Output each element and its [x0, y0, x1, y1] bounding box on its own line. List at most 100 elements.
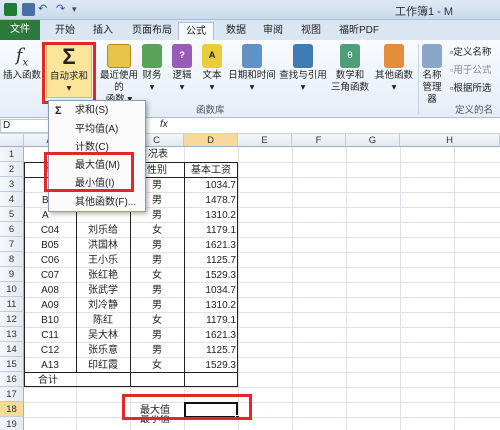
- name-manager-label-1: 名称: [422, 70, 442, 81]
- tab-home[interactable]: 开始: [48, 22, 82, 40]
- lookup-label: 查找与引用: [279, 70, 327, 81]
- save-icon[interactable]: [22, 3, 35, 16]
- row-header-7[interactable]: 7: [0, 237, 24, 252]
- cell-b: 陈红: [93, 315, 113, 326]
- lookup-dropdown-icon: ▾: [300, 82, 306, 93]
- window-title: 工作簿1 - M: [395, 6, 454, 18]
- financial-button[interactable]: 财务 ▾: [140, 44, 164, 94]
- tab-review[interactable]: 审阅: [258, 22, 288, 40]
- cell-c: 女: [152, 225, 162, 236]
- cell-a: C04: [40, 225, 60, 236]
- row-header-3[interactable]: 3: [0, 177, 24, 192]
- name-manager-button[interactable]: 名称 管理器: [420, 44, 444, 106]
- row-header-17[interactable]: 17: [0, 387, 24, 402]
- more-functions-button[interactable]: 其他函数 ▾: [372, 44, 416, 94]
- cell-a: C06: [40, 255, 60, 266]
- tab-data[interactable]: 数据: [222, 22, 250, 40]
- insert-function-button[interactable]: fx 插入函数: [2, 44, 42, 82]
- math-trig-label-1: 数学和: [335, 70, 365, 81]
- financial-label: 财务: [142, 70, 162, 81]
- datetime-dropdown-icon: ▾: [249, 82, 255, 93]
- cell-b: 洪国林: [88, 240, 118, 251]
- text-button[interactable]: A 文本 ▾: [200, 44, 224, 94]
- row-header-15[interactable]: 15: [0, 357, 24, 372]
- name-manager-label-2: 管理器: [422, 82, 442, 105]
- menu-item-sum[interactable]: Σ 求和(S): [49, 102, 145, 120]
- cell-b: 张乐意: [88, 345, 118, 356]
- cell-c: 男: [152, 330, 162, 341]
- cell-c: 女: [152, 270, 162, 281]
- datetime-button[interactable]: 日期和时间 ▾: [226, 44, 278, 94]
- define-name-label: 定义名称: [453, 47, 492, 58]
- fx-button[interactable]: fx: [160, 119, 168, 130]
- excel-window: { "title": "工作簿1 - M", "tabs": [ {"label…: [0, 0, 500, 430]
- lookup-button[interactable]: 查找与引用 ▾: [278, 44, 328, 94]
- tab-view[interactable]: 视图: [296, 22, 326, 40]
- row-header-13[interactable]: 13: [0, 327, 24, 342]
- logical-label: 逻辑: [172, 70, 192, 81]
- row-header-10[interactable]: 10: [0, 282, 24, 297]
- max-row-highlight: [122, 394, 252, 420]
- math-trig-button[interactable]: θ 数学和 三角函数: [328, 44, 372, 94]
- row-header-11[interactable]: 11: [0, 297, 24, 312]
- financial-book-icon: [142, 44, 162, 68]
- logical-button[interactable]: ? 逻辑 ▾: [170, 44, 194, 94]
- cell-c: 男: [152, 255, 162, 266]
- column-header-d[interactable]: D: [184, 134, 238, 147]
- row-header-5[interactable]: 5: [0, 207, 24, 222]
- row-header-4[interactable]: 4: [0, 192, 24, 207]
- cell-a: B05: [41, 240, 59, 251]
- row-header-2[interactable]: 2: [0, 162, 24, 177]
- qat-customize-icon[interactable]: ▾: [72, 3, 85, 16]
- more-functions-dropdown-icon: ▾: [391, 82, 397, 93]
- row-header-1[interactable]: 1: [0, 147, 24, 162]
- row-header-19[interactable]: 19: [0, 417, 24, 430]
- text-label: 文本: [202, 70, 222, 81]
- menu-item-sum-label: 求和(S): [75, 105, 109, 116]
- row-header-8[interactable]: 8: [0, 252, 24, 267]
- menu-item-more-functions-label: 其他函数(F)...: [75, 197, 137, 208]
- column-header-f[interactable]: F: [292, 134, 346, 147]
- cell-b: 吴大林: [88, 330, 118, 341]
- cell-a: A08: [41, 285, 59, 296]
- star-book-icon: [107, 44, 131, 68]
- undo-icon[interactable]: ↶: [38, 3, 51, 16]
- fx-icon: fx: [15, 45, 29, 69]
- ribbon-tabs: 文件 开始 插入 页面布局 公式 数据 审阅 视图 福昕PDF: [0, 20, 500, 40]
- column-header-e[interactable]: E: [238, 134, 292, 147]
- tab-page-layout[interactable]: 页面布局: [126, 22, 178, 40]
- lookup-book-icon: [293, 44, 313, 68]
- cell-c: 男: [152, 300, 162, 311]
- column-header-g[interactable]: G: [346, 134, 400, 147]
- name-manager-icon: [422, 44, 442, 68]
- row-header-9[interactable]: 9: [0, 267, 24, 282]
- redo-icon[interactable]: ↷: [56, 3, 69, 16]
- cell-a: C12: [40, 345, 60, 356]
- row-header-16[interactable]: 16: [0, 372, 24, 387]
- financial-dropdown-icon: ▾: [149, 82, 155, 93]
- define-name-button[interactable]: ▫定义名称: [450, 44, 491, 58]
- menu-item-average-label: 平均值(A): [75, 124, 119, 135]
- use-in-formula-button[interactable]: ▫用于公式: [450, 62, 491, 76]
- menu-item-average[interactable]: 平均值(A): [49, 121, 145, 139]
- tab-insert[interactable]: 插入: [88, 22, 118, 40]
- cell-b: 印红霞: [88, 360, 118, 371]
- row-header-18[interactable]: 18: [0, 402, 24, 417]
- cell-d: 1034.7: [205, 285, 236, 296]
- row-header-12[interactable]: 12: [0, 312, 24, 327]
- tab-file[interactable]: 文件: [0, 20, 40, 40]
- sigma-icon: Σ: [55, 105, 62, 117]
- row-header-6[interactable]: 6: [0, 222, 24, 237]
- cell-d: 1529.3: [205, 270, 236, 281]
- row-header-14[interactable]: 14: [0, 342, 24, 357]
- tab-formulas[interactable]: 公式: [178, 22, 214, 40]
- cell-d: 1179.1: [206, 225, 236, 236]
- column-header-h[interactable]: H: [400, 134, 500, 147]
- max-min-highlight: [44, 152, 134, 192]
- create-from-selection-button[interactable]: ▫根据所选: [450, 80, 491, 94]
- recent-functions-button[interactable]: 最近使用的 函数 ▾: [96, 44, 142, 106]
- menu-item-more-functions[interactable]: 其他函数(F)...: [49, 194, 145, 212]
- tab-foxit-pdf[interactable]: 福昕PDF: [334, 22, 384, 40]
- cell-c: 男: [152, 345, 162, 356]
- select-all-corner[interactable]: [0, 134, 24, 147]
